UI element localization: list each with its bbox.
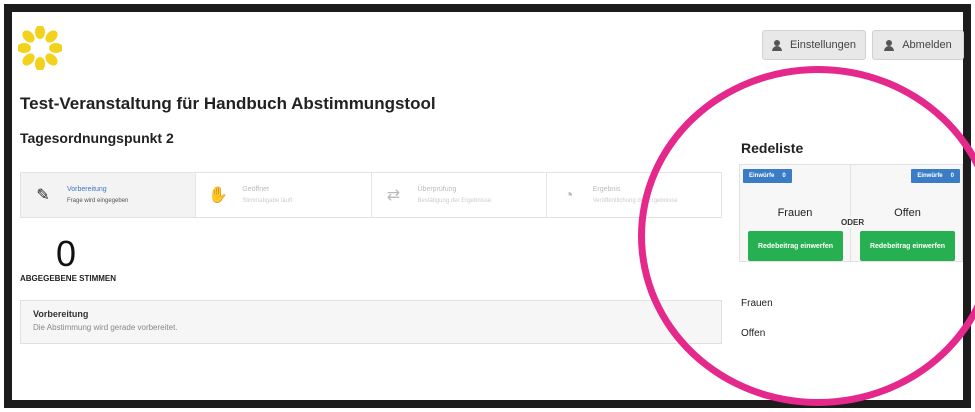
badge-label: Einwürfe [917, 173, 943, 179]
step-review[interactable]: ⇄ Überprüfung Bestätigung der Ergebnisse [372, 173, 547, 217]
submit-speech-open-button[interactable]: Redebeitrag einwerfen [860, 231, 955, 261]
speaker-list-women: Frauen [741, 298, 773, 309]
settings-label: Einstellungen [789, 39, 857, 51]
speaker-column-open: Einwürfe 0 Offen Redebeitrag einwerfen [852, 165, 963, 261]
sunflower-logo [18, 26, 62, 70]
status-text: Die Abstimmung wird gerade vorbereitet. [33, 323, 178, 332]
vote-count-label: ABGEGEBENE STIMMEN [20, 274, 117, 283]
step-open[interactable]: ✋ Geöffnet Stimmabgabe läuft [196, 173, 372, 217]
step-title: Überprüfung [417, 186, 457, 193]
workflow-steps: ✎ Vorbereitung Frage wird eingegeben ✋ G… [20, 172, 722, 218]
step-preparation[interactable]: ✎ Vorbereitung Frage wird eingegeben [21, 173, 197, 217]
vote-count: 0 [56, 233, 77, 274]
logout-button[interactable]: Abmelden [872, 30, 964, 60]
hand-icon: ✋ [208, 187, 229, 204]
user-icon [771, 39, 782, 51]
step-subtitle: Stimmabgabe läuft [242, 198, 293, 204]
column-label: Frauen [777, 207, 813, 219]
step-result[interactable]: ◔ Ergebnis Veröffentlichung der Ergebnis… [547, 173, 721, 217]
step-title: Vorbereitung [67, 186, 107, 193]
handshake-icon: ⇄ [386, 187, 401, 204]
logout-label: Abmelden [902, 39, 952, 51]
pie-chart-icon: ◔ [563, 187, 574, 204]
settings-button[interactable]: Einstellungen [762, 30, 866, 60]
speaker-list-heading: Redeliste [741, 140, 804, 156]
app-window: Einstellungen Abmelden Test-Veranstaltun… [4, 4, 971, 408]
badge-count: 0 [782, 173, 786, 179]
user-icon [884, 39, 895, 51]
column-label: Offen [894, 207, 921, 219]
or-separator: ODER [838, 217, 868, 228]
step-subtitle: Bestätigung der Ergebnisse [417, 198, 492, 204]
status-title: Vorbereitung [33, 309, 89, 319]
speaker-list-open: Offen [741, 328, 766, 339]
speaker-request-panel: Einwürfe 0 Frauen Redebeitrag einwerfen … [739, 164, 963, 262]
badge-label: Einwürfe [749, 173, 775, 179]
step-title: Ergebnis [592, 186, 621, 193]
interjection-badge: Einwürfe 0 [743, 169, 792, 183]
submit-speech-women-button[interactable]: Redebeitrag einwerfen [748, 231, 843, 261]
badge-count: 0 [950, 173, 954, 179]
status-panel: Vorbereitung Die Abstimmung wird gerade … [20, 300, 722, 344]
agenda-item-title: Tagesordnungspunkt 2 [20, 130, 174, 146]
pencil-icon: ✎ [36, 187, 50, 204]
step-subtitle: Veröffentlichung der Ergebnisse [592, 198, 678, 204]
speaker-column-women: Einwürfe 0 Frauen Redebeitrag einwerfen [740, 165, 851, 261]
page-title: Test-Veranstaltung für Handbuch Abstimmu… [20, 94, 436, 113]
step-title: Geöffnet [242, 186, 269, 193]
step-subtitle: Frage wird eingegeben [67, 198, 129, 204]
interjection-badge: Einwürfe 0 [911, 169, 960, 183]
